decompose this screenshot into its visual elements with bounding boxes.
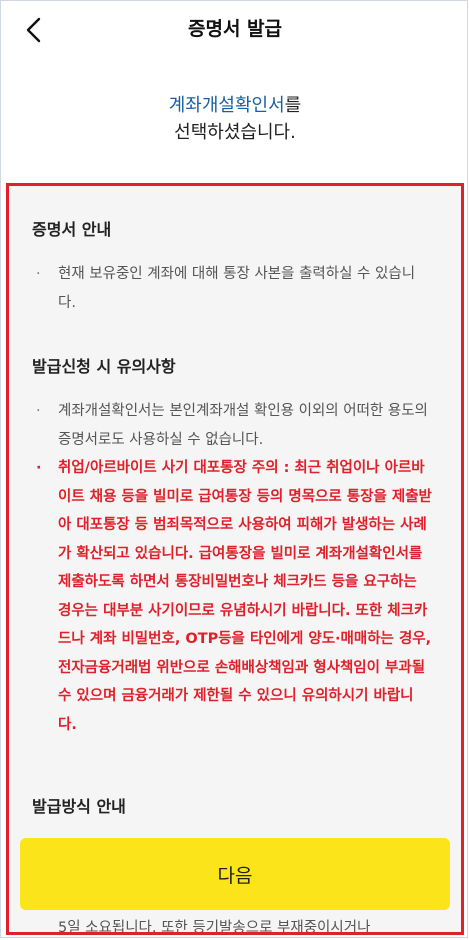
next-button[interactable]: 다음 [20, 838, 450, 910]
notice-bullet: · 현재 보유중인 계좌에 대해 통장 사본을 출력하실 수 있습니다. [32, 260, 432, 317]
selection-line2: 선택하셨습니다. [174, 122, 296, 143]
page-title: 증명서 발급 [187, 18, 282, 40]
bullet-dot: · [36, 403, 41, 419]
caution-title: 발급신청 시 유의사항 [32, 357, 176, 376]
notice-title: 증명서 안내 [32, 220, 112, 239]
caution-text: 계좌개설확인서는 본인계좌개설 확인용 이외의 어떠한 용도의 증명서로도 사용… [58, 403, 428, 448]
selected-certificate: 계좌개설확인서 [168, 95, 285, 116]
fraud-warning-text: 취업/아르바이트 사기 대포통장 주의 : 최근 취업이나 아르바이트 채용 등… [58, 460, 432, 733]
caution-bullet: · 계좌개설확인서는 본인계좌개설 확인용 이외의 어떠한 용도의 증명서로도 … [32, 397, 432, 454]
info-panel[interactable]: 증명서 안내 · 현재 보유중인 계좌에 대해 통장 사본을 출력하실 수 있습… [6, 183, 464, 935]
bullet-dot: · [36, 460, 42, 476]
selection-message: 계좌개설확인서를 선택하셨습니다. [0, 92, 470, 146]
header: 증명서 발급 [0, 0, 470, 60]
notice-text: 현재 보유중인 계좌에 대해 통장 사본을 출력하실 수 있습니다. [58, 266, 416, 311]
bullet-dot: · [36, 266, 41, 282]
selected-suffix: 를 [284, 95, 302, 116]
fraud-warning: · 취업/아르바이트 사기 대포통장 주의 : 최근 취업이나 아르바이트 채용… [32, 454, 432, 739]
method-partial-text: 5일 소요됩니다. 또한 등기발송으로 부재중이시거나 [58, 920, 371, 935]
method-title: 발급방식 안내 [32, 797, 126, 816]
